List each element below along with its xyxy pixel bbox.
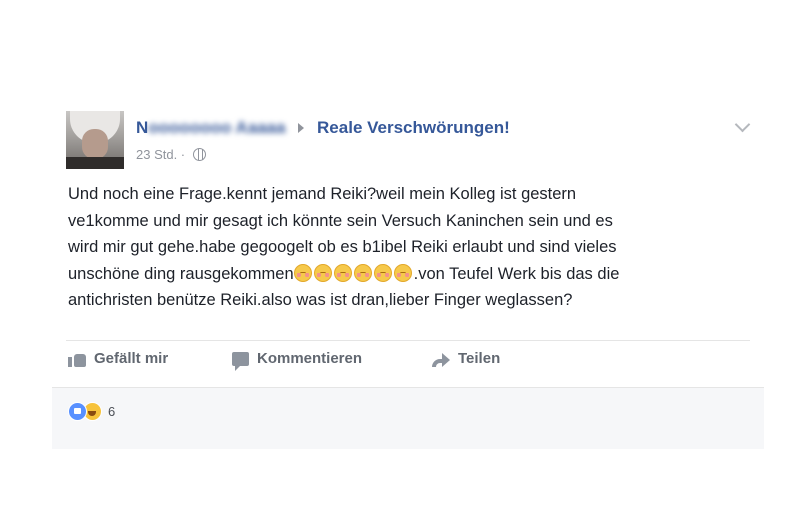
group-name-link[interactable]: Reale Verschwörungen! [317, 118, 510, 137]
action-divider [66, 340, 750, 341]
like-label: Gefällt mir [94, 350, 169, 367]
reaction-count: 6 [108, 404, 116, 419]
flushed-face-icon [313, 263, 332, 282]
reactions-summary[interactable]: 6 [68, 402, 115, 421]
like-icon [68, 402, 87, 421]
comment-button[interactable]: Kommentieren [232, 350, 363, 371]
author-name-visible: N [136, 118, 149, 137]
globe-icon[interactable] [192, 148, 206, 161]
post-header: Noooooooo Aaaaa Reale Verschwörungen! [136, 118, 510, 138]
flushed-face-icon [333, 263, 352, 282]
post-line-3: wird mir gut gehe.habe gegoogelt ob es b… [68, 238, 617, 256]
avatar-face [82, 129, 108, 159]
post-body: Und noch eine Frage.kennt jemand Reiki?w… [68, 181, 758, 314]
like-button[interactable]: Gefällt mir [68, 350, 168, 367]
post-meta: 23 Std. · [136, 147, 206, 162]
arrow-right-icon [298, 123, 305, 134]
post-line-4-suffix: .von Teufel Werk bis das die [413, 264, 620, 283]
flushed-face-icon [353, 263, 372, 282]
post-line-4-prefix: unschöne ding rausgekommen [68, 264, 294, 283]
comment-icon [232, 351, 249, 371]
post-line-4: unschöne ding rausgekommen .von Teufel We… [68, 261, 758, 288]
share-label: Teilen [458, 350, 501, 367]
flushed-face-icon [393, 263, 412, 282]
chevron-down-icon[interactable] [734, 116, 751, 133]
post-card: Noooooooo Aaaaa Reale Verschwörungen! 23… [52, 97, 764, 449]
emoji-row [293, 263, 414, 283]
share-icon [432, 352, 450, 367]
share-button[interactable]: Teilen [432, 350, 500, 367]
post-line-2: ve1komme und mir gesagt ich könnte sein … [68, 211, 613, 230]
author-name-blurred-tail: aaaa [247, 118, 286, 137]
author-name-blurred: oooooooo A [148, 118, 248, 137]
thumbs-up-icon [68, 351, 86, 367]
post-line-5: antichristen benütze Reiki.also was ist … [68, 291, 573, 309]
post-timestamp[interactable]: 23 Std. · [136, 147, 185, 162]
post-line-1: Und noch eine Frage.kennt jemand Reiki?w… [68, 185, 577, 203]
flushed-face-icon [373, 263, 392, 282]
flushed-face-icon [293, 263, 312, 282]
comment-label: Kommentieren [257, 350, 363, 367]
avatar-shoulder [66, 157, 124, 169]
reactions-bar: 6 [52, 387, 764, 449]
author-avatar[interactable] [66, 111, 124, 169]
action-bar: Gefällt mir Kommentieren Teilen [66, 350, 750, 376]
author-name-link[interactable]: Noooooooo Aaaaa [136, 118, 286, 138]
